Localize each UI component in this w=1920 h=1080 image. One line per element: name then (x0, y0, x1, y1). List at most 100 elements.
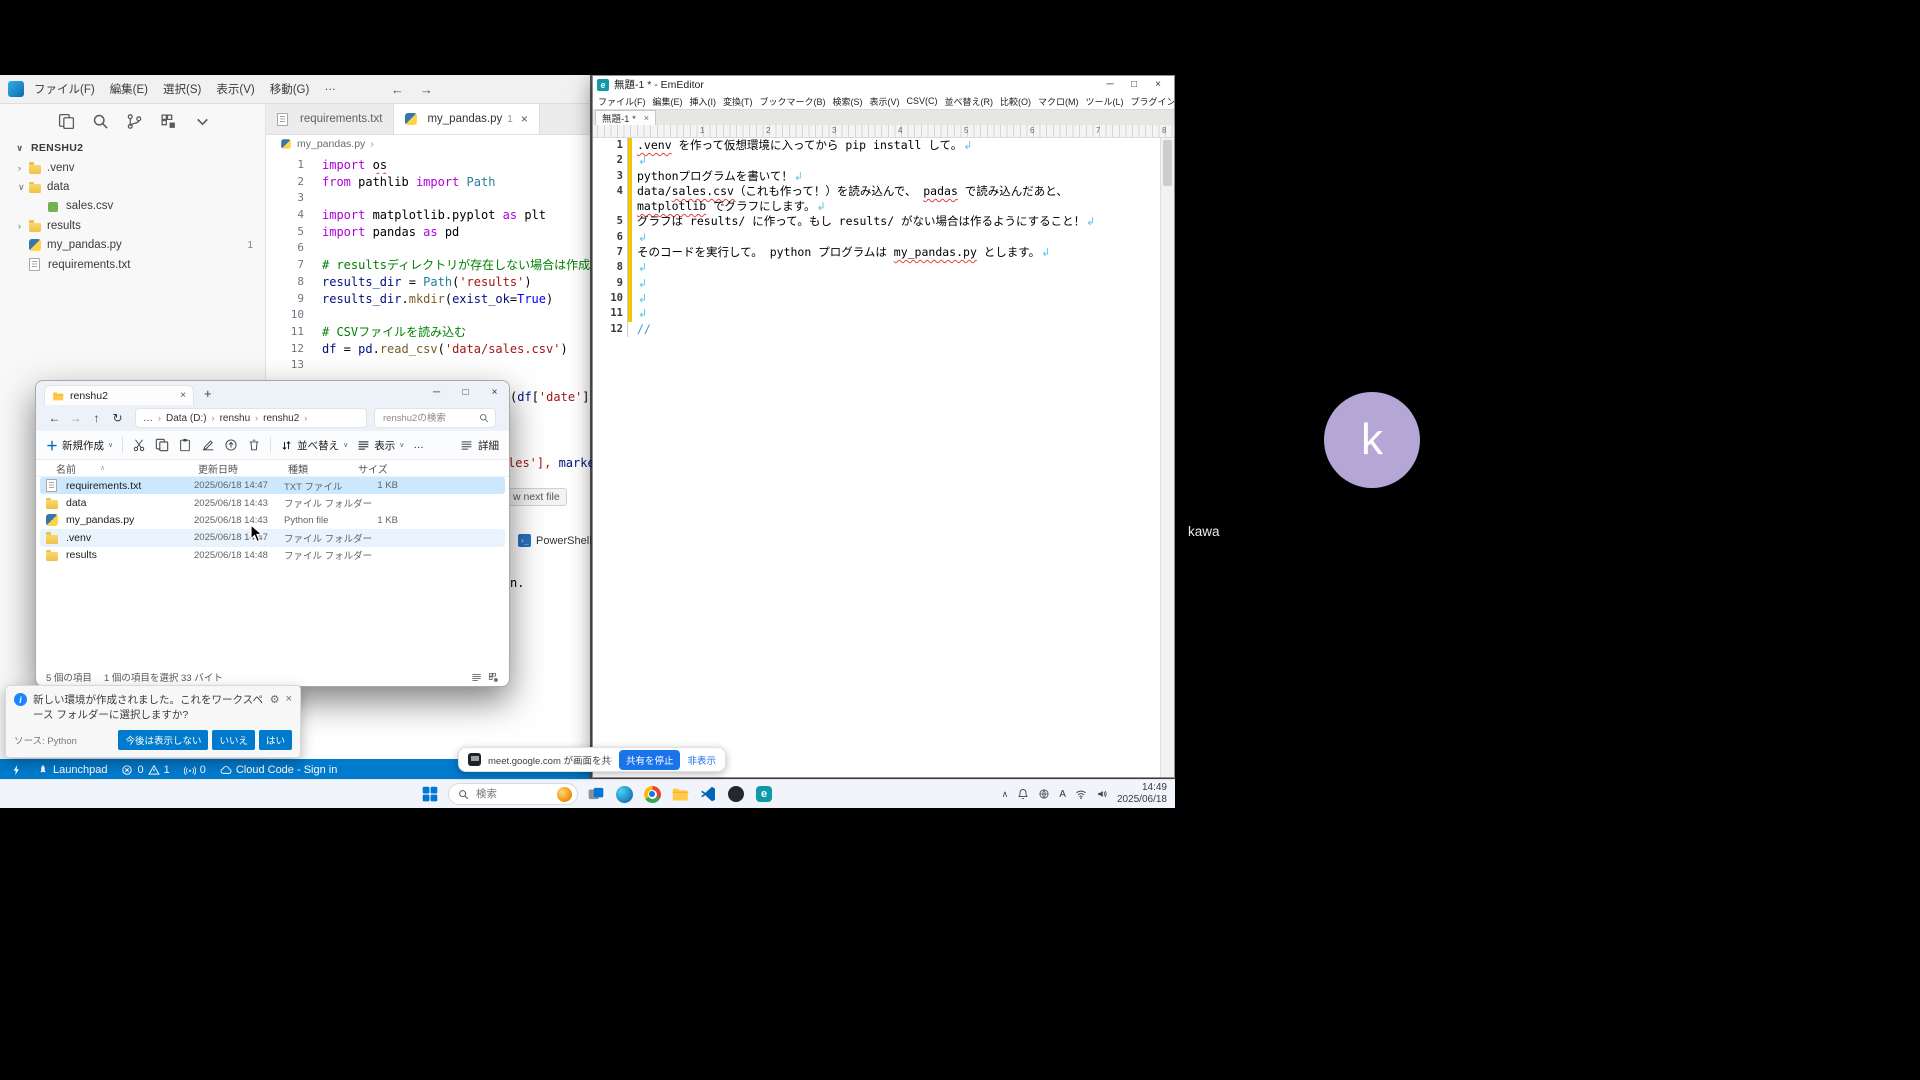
editor-line[interactable]: 2↲ (593, 153, 1174, 168)
code-line[interactable]: 1import os (266, 157, 590, 174)
nav-forward-icon[interactable]: → (420, 82, 433, 97)
hide-button[interactable]: 非表示 (687, 753, 716, 767)
inline-suggestion[interactable]: w next file (506, 488, 567, 506)
taskbar-search-input[interactable] (474, 787, 552, 801)
tab-untitled[interactable]: 無題-1 * × (595, 110, 656, 125)
taskbar-search[interactable] (448, 783, 578, 805)
file-explorer-button[interactable] (670, 784, 690, 804)
editor-line[interactable]: 9↲ (593, 276, 1174, 291)
address-bar[interactable]: … › Data (D:) › renshu › renshu2 › (135, 408, 367, 428)
no-button[interactable]: いいえ (212, 730, 255, 750)
thumbnail-view-icon[interactable] (488, 672, 499, 683)
editor-line[interactable]: 7そのコードを実行して。 python プログラムは my_pandas.py … (593, 245, 1174, 260)
nav-back-icon[interactable]: ← (391, 82, 404, 97)
globe-icon[interactable] (1038, 788, 1050, 800)
paste-button[interactable] (178, 438, 192, 452)
new-tab-button[interactable]: + (204, 386, 212, 401)
column-name[interactable]: 名前∧ (42, 461, 198, 476)
problems-indicator[interactable]: 0 1 (114, 759, 176, 781)
menu-item[interactable]: 挿入(I) (690, 95, 717, 108)
search-input[interactable] (381, 412, 479, 425)
code-editor[interactable]: 1import os2from pathlib import Path34imp… (266, 153, 590, 374)
scrollbar-thumb[interactable] (1163, 140, 1172, 186)
ime-indicator[interactable]: A (1059, 789, 1066, 800)
editor-line[interactable]: 10↲ (593, 291, 1174, 306)
sidebar-item[interactable]: sales.csv (0, 197, 265, 216)
forward-icon[interactable]: → (65, 411, 86, 425)
up-icon[interactable]: ↑ (86, 411, 107, 425)
close-icon[interactable]: × (644, 113, 649, 123)
menu-item[interactable]: 並べ替え(R) (945, 95, 994, 108)
editor-line[interactable]: 11↲ (593, 306, 1174, 321)
menu-item[interactable]: CSV(C) (907, 96, 938, 106)
menu-selection[interactable]: 選択(S) (163, 81, 201, 97)
maximize-icon[interactable]: □ (451, 381, 480, 405)
source-control-icon[interactable] (126, 113, 143, 130)
close-icon[interactable]: × (180, 390, 186, 401)
code-line[interactable]: 13 (266, 357, 590, 374)
dont-show-again-button[interactable]: 今後は表示しない (118, 730, 208, 750)
bell-icon[interactable] (1017, 788, 1029, 800)
code-line[interactable]: 3 (266, 190, 590, 207)
editor-line[interactable]: 6↲ (593, 230, 1174, 245)
sidebar-item[interactable]: ›results (0, 216, 265, 235)
copy-button[interactable] (155, 438, 169, 452)
menu-item[interactable]: プラグイン(P) (1131, 95, 1175, 108)
tab-my-pandas-py[interactable]: my_pandas.py 1 × (394, 104, 539, 134)
vscode-button[interactable] (698, 784, 718, 804)
cut-button[interactable] (132, 438, 146, 452)
tab-requirements-txt[interactable]: requirements.txt (266, 104, 394, 134)
column-type[interactable]: 種類 (288, 461, 358, 476)
editor-line[interactable]: 12// (593, 322, 1174, 337)
menu-item[interactable]: 表示(V) (870, 95, 900, 108)
new-item-button[interactable]: ＋新規作成∨ (46, 437, 113, 454)
launchpad-button[interactable]: Launchpad (30, 759, 114, 781)
minimize-icon[interactable]: ─ (1098, 79, 1122, 90)
clock[interactable]: 14:49 2025/06/18 (1117, 782, 1171, 807)
list-view-icon[interactable] (471, 672, 482, 683)
refresh-icon[interactable]: ↻ (107, 411, 128, 425)
explorer-search[interactable] (374, 408, 496, 428)
scrollbar[interactable] (1160, 138, 1174, 777)
speaker-icon[interactable] (1096, 788, 1108, 800)
editor-line[interactable]: 1.venv を作って仮想環境に入ってから pip install して。↲ (593, 138, 1174, 153)
code-line[interactable]: 4import matplotlib.pyplot as plt (266, 207, 590, 224)
back-icon[interactable]: ← (44, 411, 65, 425)
sidebar-item[interactable]: ›.venv (0, 158, 265, 177)
sort-button[interactable]: 並べ替え∨ (280, 438, 348, 453)
menu-item[interactable]: 変換(T) (723, 95, 753, 108)
crumb-renshu[interactable]: renshu (220, 413, 251, 424)
menu-item[interactable]: 編集(E) (653, 95, 683, 108)
close-icon[interactable]: × (480, 381, 509, 405)
editor-line[interactable]: 4data/sales.csv（これも作って！）を読み込んで、 padas で読… (593, 184, 1174, 199)
details-pane-button[interactable]: 詳細 (460, 438, 499, 453)
sidebar-item[interactable]: ∨data (0, 177, 265, 196)
files-icon[interactable] (58, 113, 75, 130)
breadcrumb[interactable]: my_pandas.py › (266, 135, 590, 153)
sidebar-item[interactable]: requirements.txt (0, 255, 265, 274)
crumb-renshu2[interactable]: renshu2 (263, 413, 299, 424)
stop-sharing-button[interactable]: 共有を停止 (619, 750, 681, 770)
menu-edit[interactable]: 編集(E) (110, 81, 148, 97)
code-line[interactable]: 12df = pd.read_csv('data/sales.csv') (266, 341, 590, 358)
close-icon[interactable]: × (1146, 79, 1170, 90)
file-row[interactable]: my_pandas.py2025/06/18 14:43Python file1… (40, 512, 505, 529)
crumb-drive[interactable]: Data (D:) (166, 413, 207, 424)
code-line[interactable]: 6 (266, 240, 590, 257)
chevron-down-icon[interactable] (194, 113, 211, 130)
github-button[interactable] (726, 784, 746, 804)
menu-item[interactable]: マクロ(M) (1038, 95, 1079, 108)
chrome-button[interactable] (642, 784, 662, 804)
search-icon[interactable] (92, 113, 109, 130)
terminal-tab[interactable]: ›_ PowerShell (518, 534, 592, 547)
editor-line[interactable]: 8↲ (593, 260, 1174, 275)
column-modified[interactable]: 更新日時 (198, 461, 288, 476)
view-button[interactable]: 表示∨ (357, 438, 404, 453)
column-size[interactable]: サイズ (358, 461, 406, 476)
close-icon[interactable]: × (286, 693, 292, 705)
editor-line[interactable]: 5グラフは results/ に作って。もし results/ がない場合は作る… (593, 214, 1174, 229)
menu-file[interactable]: ファイル(F) (34, 81, 95, 97)
code-line[interactable]: 10 (266, 307, 590, 324)
start-button[interactable] (420, 784, 440, 804)
minimize-icon[interactable]: ─ (422, 381, 451, 405)
